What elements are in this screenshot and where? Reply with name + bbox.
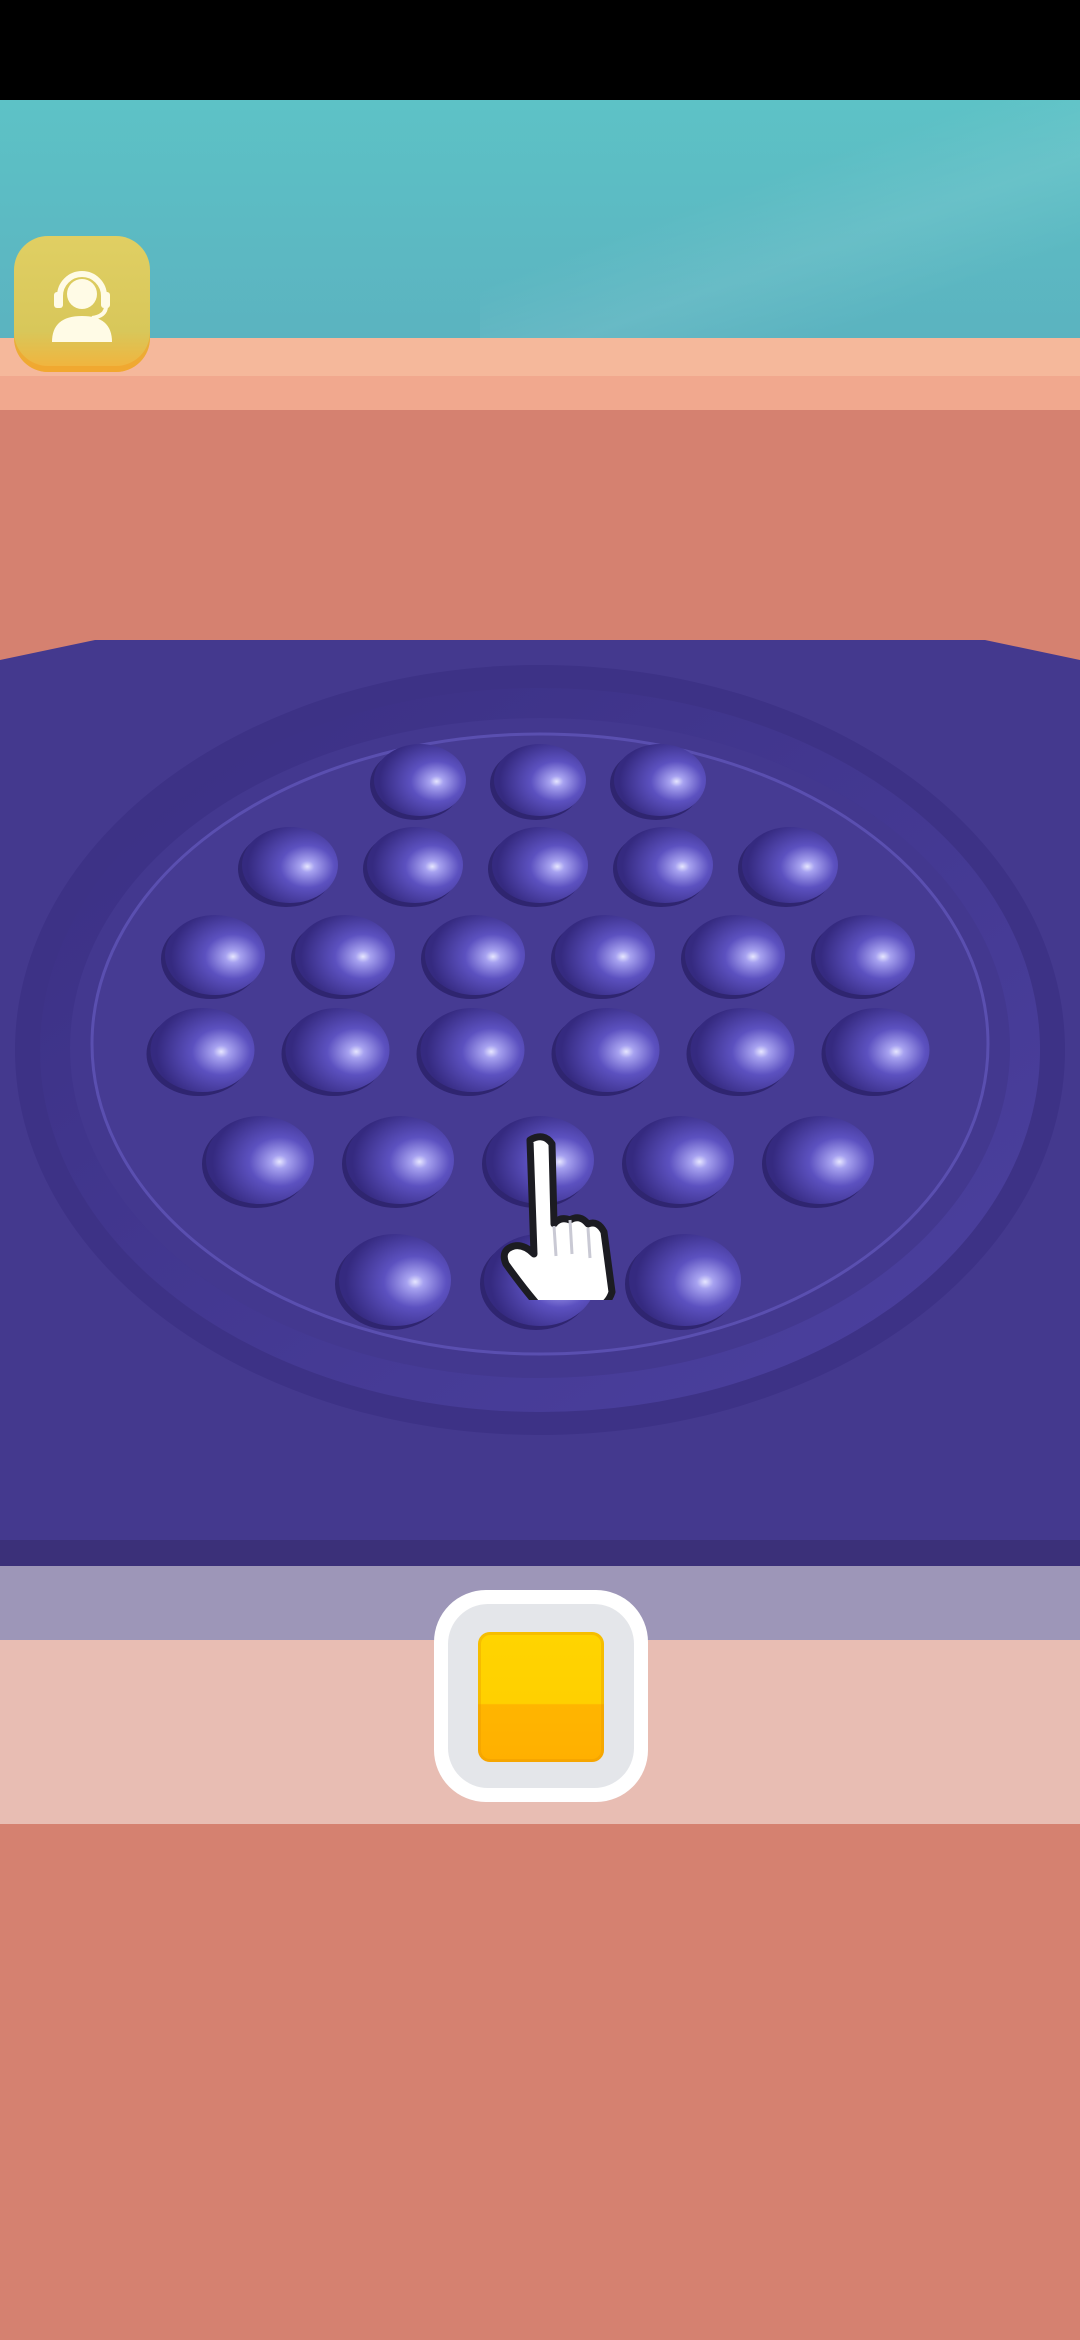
pop-bubble[interactable] [494,744,586,816]
pop-bubble[interactable] [242,827,338,903]
pop-bubble[interactable] [206,1116,314,1204]
pop-bubble[interactable] [285,1008,390,1092]
pop-bubble[interactable] [346,1116,454,1204]
pop-bubble[interactable] [339,1234,451,1326]
pop-bubble[interactable] [150,1008,255,1092]
floor-background-lower [0,1824,1080,2340]
status-bar [0,0,1080,100]
pop-bubble[interactable] [685,915,785,995]
wall-band [0,338,1080,376]
floor-background [0,410,1080,640]
yellow-color-swatch [478,1632,604,1762]
hand-pointer-icon [500,1133,616,1300]
pop-bubble[interactable] [367,827,463,903]
pop-bubble[interactable] [425,915,525,995]
pop-bubble[interactable] [690,1008,795,1092]
color-select-button[interactable] [434,1590,648,1802]
pop-bubble[interactable] [825,1008,930,1092]
pop-bubble[interactable] [420,1008,525,1092]
pop-bubble[interactable] [555,915,655,995]
pop-bubble[interactable] [614,744,706,816]
pop-bubble[interactable] [555,1008,660,1092]
pop-bubble[interactable] [815,915,915,995]
support-agent-icon [52,271,112,342]
sky-background [0,100,1080,338]
pop-bubble[interactable] [629,1234,741,1326]
pop-bubble[interactable] [766,1116,874,1204]
pop-bubble[interactable] [492,827,588,903]
pop-bubble[interactable] [617,827,713,903]
pop-bubble[interactable] [374,744,466,816]
wall-band-shadow [0,376,1080,410]
pop-it-board [0,640,1080,1540]
pop-bubble[interactable] [295,915,395,995]
support-button[interactable] [14,236,150,372]
board-edge [0,1540,1080,1566]
pop-bubble[interactable] [165,915,265,995]
pop-bubble[interactable] [626,1116,734,1204]
pop-bubble[interactable] [742,827,838,903]
